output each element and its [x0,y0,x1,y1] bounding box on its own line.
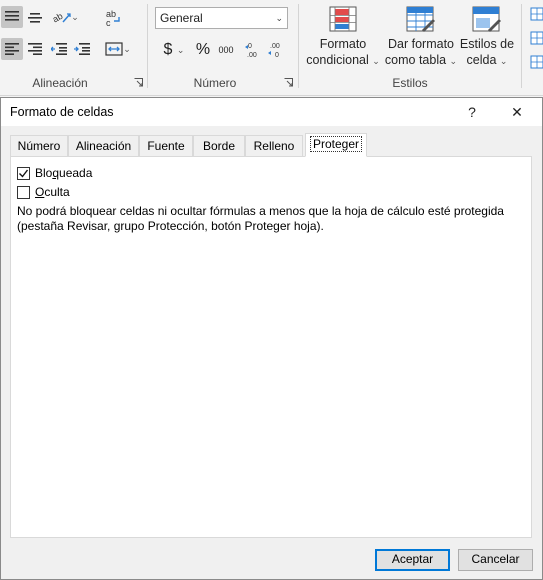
svg-text:.00: .00 [247,52,257,59]
styles-group-label: Estilos [392,76,428,90]
svg-text:0: 0 [275,52,279,59]
tab-fuente[interactable]: Fuente [139,135,193,156]
orientation-icon[interactable]: ab ⌄ [50,6,82,28]
decrease-decimal-icon: .000 [268,43,280,59]
svg-text:0: 0 [248,43,252,50]
chevron-down-icon: ⌄ [499,56,508,66]
protection-note: No podrá bloquear celdas ni ocultar fórm… [17,204,522,234]
cancel-button[interactable]: Cancelar [458,549,533,571]
ribbon-separator [298,4,299,88]
dialog-titlebar: Formato de celdas ? ✕ [1,98,542,126]
dialog-title: Formato de celdas [10,105,114,119]
thousands-icon: 000 [218,45,234,55]
check-icon [19,169,29,178]
ribbon: ab ⌄ ab c ⌄ Alineación General ⌄ $ ⌄ % 00… [0,0,543,96]
currency-button[interactable]: $ ⌄ [156,38,192,62]
ribbon-separator [521,4,522,88]
hidden-option[interactable]: Oculta [17,185,70,199]
dialog-launcher-icon[interactable] [284,78,293,87]
delete-cells-icon[interactable] [528,28,543,48]
svg-text:.00: .00 [270,43,280,50]
format-cells-icon[interactable] [528,52,543,72]
number-format-value: General [160,11,203,25]
chevron-down-icon: ⌄ [372,56,380,66]
increase-indent-icon[interactable] [71,38,93,60]
format-as-table-icon [406,6,435,32]
help-button[interactable]: ? [461,102,483,122]
svg-text:ab: ab [53,11,64,24]
increase-decimal-button[interactable]: 0.00 [243,38,265,62]
close-button[interactable]: ✕ [506,102,528,122]
align-top-icon[interactable] [1,6,23,28]
cell-styles-label-2: celda [466,53,497,67]
percent-icon: % [195,41,211,58]
hidden-label[interactable]: Oculta [35,185,70,199]
cell-styles-label-1: Estilos de [459,37,515,51]
increase-decimal-icon: 0.00 [245,43,257,59]
ribbon-separator [147,4,148,88]
tab-borde[interactable]: Borde [193,135,245,156]
format-as-table-label-2: como tabla [384,53,447,67]
svg-text:c: c [106,18,111,27]
hidden-checkbox[interactable] [17,185,30,199]
chevron-down-icon: ⌄ [449,56,458,66]
locked-checkbox[interactable] [17,166,30,180]
tab-proteger[interactable]: Proteger [305,133,367,157]
wrap-text-icon[interactable]: ab c [101,6,125,30]
ok-button[interactable]: Aceptar [375,549,450,571]
format-cells-dialog: Formato de celdas ? ✕ Número Alineación … [0,97,543,580]
locked-label[interactable]: Bloqueada [35,166,92,180]
currency-icon: $ [163,41,173,58]
chevron-down-icon: ⌄ [275,13,283,23]
tab-numero[interactable]: Número [10,135,68,156]
percent-button[interactable]: % [192,38,214,62]
conditional-format-label-2: condicional [306,53,369,67]
number-format-combo[interactable]: General ⌄ [155,7,288,29]
tab-alineacion[interactable]: Alineación [68,135,139,156]
format-as-table-button[interactable]: Dar formato como tabla ⌄ [383,2,459,72]
align-right-icon[interactable] [24,38,46,60]
protection-panel: Bloqueada Oculta No podrá bloquear celda… [10,156,532,538]
cell-styles-icon [472,6,501,32]
conditional-format-label-1: Formato [319,37,367,51]
align-left-icon[interactable] [1,38,23,60]
decrease-decimal-button[interactable]: .00 0 [266,38,288,62]
locked-option[interactable]: Bloqueada [17,166,92,180]
insert-cells-icon[interactable] [528,4,543,24]
conditional-format-button[interactable]: Formato condicional ⌄ [304,2,382,72]
protection-note-line-1: No podrá bloquear celdas ni ocultar fórm… [17,204,504,218]
decrease-indent-icon[interactable] [48,38,70,60]
cell-styles-button[interactable]: Estilos de celda ⌄ [459,2,515,72]
conditional-format-icon [329,6,357,32]
merge-center-icon[interactable]: ⌄ [100,38,136,60]
align-middle-icon[interactable] [24,6,46,28]
alignment-group-label: Alineación [32,76,88,90]
number-group-label: Número [193,76,237,90]
format-as-table-label-1: Dar formato [388,37,454,51]
protection-note-line-2: (pestaña Revisar, grupo Protección, botó… [17,219,324,233]
dialog-launcher-icon[interactable] [134,78,143,87]
thousands-separator-button[interactable]: 000 [214,38,238,62]
tab-relleno[interactable]: Relleno [245,135,303,156]
